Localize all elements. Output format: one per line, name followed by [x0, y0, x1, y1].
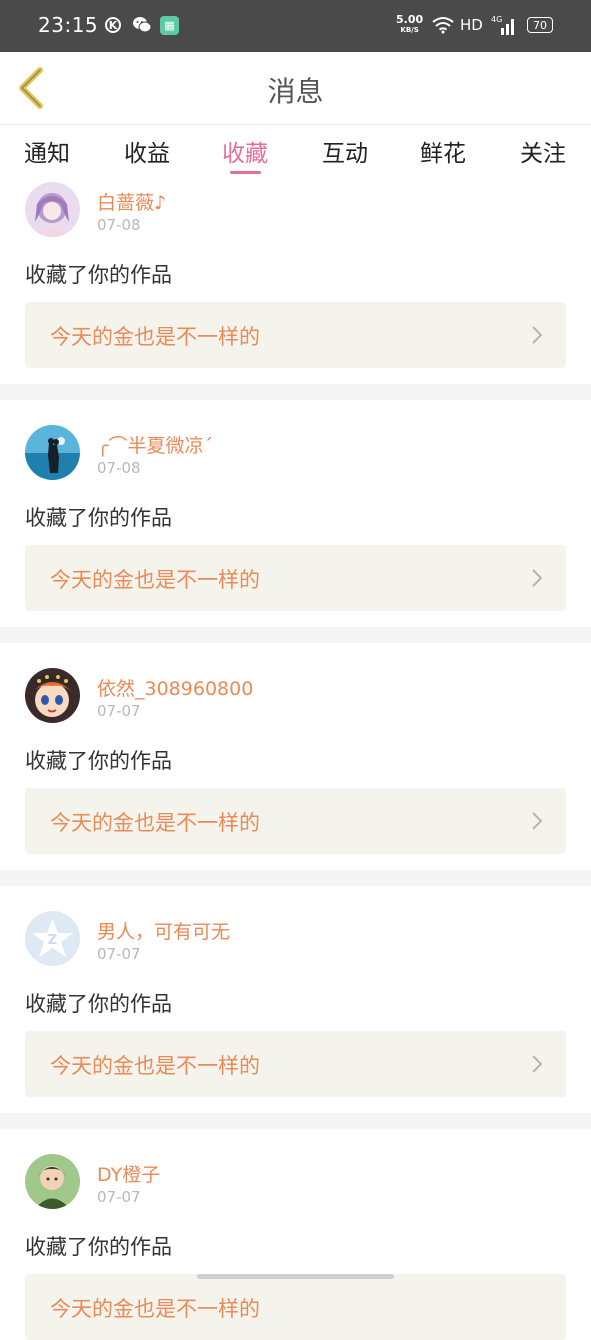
work-title: 今天的金也是不一样的 [50, 1297, 260, 1321]
work-link[interactable]: 今天的金也是不一样的 [25, 302, 566, 368]
work-title: 今天的金也是不一样的 [50, 811, 260, 835]
username[interactable]: ╭⌒半夏微凉ˊ [97, 431, 213, 458]
action-text: 收藏了你的作品 [25, 992, 172, 1016]
chevron-right-icon [532, 1055, 543, 1073]
item-date: 07-08 [97, 459, 141, 477]
username[interactable]: 白蔷薇♪ [97, 188, 166, 215]
work-title: 今天的金也是不一样的 [50, 325, 260, 349]
app-header: 消息 [0, 52, 591, 125]
divider [0, 1113, 591, 1129]
work-link[interactable]: 今天的金也是不一样的 [25, 788, 566, 854]
tab-flowers[interactable]: 鲜花 [420, 134, 466, 168]
battery-indicator: 70 [527, 17, 553, 33]
username[interactable]: DY橙子 [97, 1160, 160, 1187]
favorites-list: 白蔷薇♪ 07-08 收藏了你的作品 今天的金也是不一样的 ╭⌒半夏微凉ˊ 07… [0, 177, 591, 1340]
tab-bar: 通知 收益 收藏 互动 鲜花 关注 [0, 125, 591, 177]
list-item: 白蔷薇♪ 07-08 收藏了你的作品 今天的金也是不一样的 [0, 177, 591, 384]
action-text: 收藏了你的作品 [25, 749, 172, 773]
default-avatar-star-icon[interactable]: Z [25, 911, 80, 966]
chevron-right-icon [532, 569, 543, 587]
chevron-right-icon [532, 326, 543, 344]
work-link[interactable]: 今天的金也是不一样的 [25, 545, 566, 611]
work-link[interactable]: 今天的金也是不一样的 [25, 1031, 566, 1097]
tab-earnings[interactable]: 收益 [124, 134, 170, 168]
network-speed: 5.00 KB/S [396, 14, 423, 35]
tab-notifications[interactable]: 通知 [24, 134, 70, 168]
speed-unit: KB/S [400, 26, 419, 34]
username[interactable]: 依然_308960800 [97, 674, 253, 701]
list-item: DY橙子 07-07 收藏了你的作品 今天的金也是不一样的 [0, 1129, 591, 1340]
action-text: 收藏了你的作品 [25, 506, 172, 530]
tab-favorites[interactable]: 收藏 [222, 134, 268, 168]
divider [0, 384, 591, 400]
item-date: 07-07 [97, 1188, 141, 1206]
svg-text:4G: 4G [491, 15, 502, 24]
home-indicator-bar[interactable] [197, 1274, 394, 1279]
action-text: 收藏了你的作品 [25, 1235, 172, 1259]
work-link[interactable]: 今天的金也是不一样的 [25, 1274, 566, 1340]
divider [0, 627, 591, 643]
work-title: 今天的金也是不一样的 [50, 1054, 260, 1078]
status-bar: 23:15 K ▦ 5.00 KB/S HD 4G 70 [0, 0, 591, 52]
item-date: 07-07 [97, 945, 141, 963]
divider [0, 870, 591, 886]
action-text: 收藏了你的作品 [25, 263, 172, 287]
status-time: 23:15 [38, 13, 99, 37]
username[interactable]: 男人，可有可无 [97, 917, 230, 944]
k-app-icon: K [105, 17, 121, 33]
user-avatar[interactable] [25, 425, 80, 480]
signal-icon: 4G [491, 15, 514, 35]
user-avatar[interactable] [25, 668, 80, 723]
tab-interactions[interactable]: 互动 [322, 134, 368, 168]
tab-follows[interactable]: 关注 [520, 134, 566, 168]
active-tab-indicator [230, 171, 261, 174]
chevron-right-icon [532, 812, 543, 830]
wechat-icon [133, 17, 152, 33]
work-title: 今天的金也是不一样的 [50, 568, 260, 592]
hd-indicator: HD [460, 16, 483, 34]
list-item: ╭⌒半夏微凉ˊ 07-08 收藏了你的作品 今天的金也是不一样的 [0, 400, 591, 627]
svg-text:Z: Z [48, 933, 57, 948]
wifi-icon [432, 17, 454, 34]
app-notification-icon: ▦ [160, 16, 179, 35]
list-item: Z 男人，可有可无 07-07 收藏了你的作品 今天的金也是不一样的 [0, 886, 591, 1113]
item-date: 07-07 [97, 702, 141, 720]
page-title: 消息 [267, 75, 324, 108]
user-avatar[interactable] [25, 182, 80, 237]
list-item: 依然_308960800 07-07 收藏了你的作品 今天的金也是不一样的 [0, 643, 591, 870]
item-date: 07-08 [97, 216, 141, 234]
user-avatar[interactable] [25, 1154, 80, 1209]
